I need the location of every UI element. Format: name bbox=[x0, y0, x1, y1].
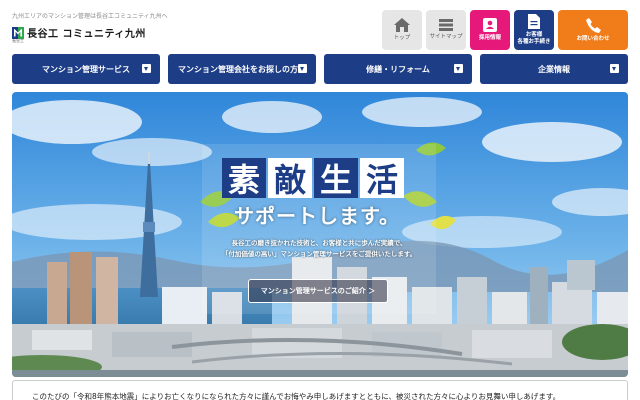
contact-button-label: お問い合わせ bbox=[576, 35, 610, 42]
home-icon bbox=[394, 18, 410, 33]
contact-button[interactable]: お問い合わせ bbox=[558, 10, 628, 50]
hero-banner: 素 敵 生 活 サポートします。 長谷工の磨き抜かれた技術と、お客様と共に歩んだ… bbox=[12, 92, 628, 377]
hero-title: 素 敵 生 活 bbox=[222, 158, 406, 199]
nav-company-info[interactable]: 企業情報 bbox=[480, 54, 628, 84]
title-char: 活 bbox=[360, 158, 404, 199]
company-logo[interactable]: 長谷工 コミュニティ九州 bbox=[12, 25, 146, 40]
hero-subtitle: サポートします。 bbox=[234, 204, 400, 228]
title-char: 敵 bbox=[268, 158, 312, 199]
nav-repair-reform[interactable]: 修繕・リフォーム bbox=[324, 54, 472, 84]
nav-label: 企業情報 bbox=[538, 64, 570, 74]
list-icon bbox=[439, 19, 453, 32]
recruit-button-label: 採用情報 bbox=[478, 35, 501, 42]
hero-description: 長谷工の磨き抜かれた技術と、お客様と共に歩んだ実績で、 「付加価値の高い」マンシ… bbox=[208, 238, 430, 261]
customer-procedures-button[interactable]: お客様 各種お手続き bbox=[514, 10, 554, 50]
chevron-down-icon bbox=[298, 64, 307, 73]
notice-text: このたびの「令和8年熊本地震」によりお亡くなりになられた方々に謹んでお悔やみ申し… bbox=[32, 392, 561, 400]
sitemap-button-label: サイトマップ bbox=[429, 34, 463, 41]
hero-desc-line1: 長谷工の磨き抜かれた技術と、お客様と共に歩んだ実績で、 bbox=[231, 239, 407, 247]
customer-procedures-label: お客様 各種お手続き bbox=[517, 32, 551, 45]
logo-text: 長谷工 コミュニティ九州 bbox=[27, 29, 146, 40]
chevron-down-icon bbox=[142, 64, 151, 73]
nav-label: マンション管理会社をお探しの方 bbox=[178, 64, 298, 74]
logo-sub: 長谷工 bbox=[12, 38, 24, 43]
nav-label: 修繕・リフォーム bbox=[366, 64, 430, 74]
nav-label: マンション管理サービス bbox=[42, 64, 130, 74]
chevron-down-icon bbox=[454, 64, 463, 73]
phone-icon bbox=[585, 17, 601, 33]
header-tagline: 九州エリアのマンション管理は長谷工コミュニティ九州へ bbox=[12, 13, 168, 20]
top-button-label: トップ bbox=[393, 35, 411, 42]
recruit-button[interactable]: 採用情報 bbox=[470, 10, 510, 50]
title-char: 生 bbox=[314, 158, 358, 199]
sitemap-button[interactable]: サイトマップ bbox=[426, 10, 466, 50]
document-icon bbox=[528, 14, 540, 30]
logo-mark-icon bbox=[12, 26, 24, 39]
id-card-icon bbox=[483, 18, 497, 33]
earthquake-notice: このたびの「令和8年熊本地震」によりお亡くなりになられた方々に謹んでお悔やみ申し… bbox=[12, 380, 628, 400]
top-button[interactable]: トップ bbox=[382, 10, 422, 50]
title-char: 素 bbox=[222, 158, 266, 199]
service-intro-button[interactable]: マンション管理サービスのご紹介 ＞ bbox=[248, 279, 388, 303]
nav-management-services[interactable]: マンション管理サービス bbox=[12, 54, 160, 84]
chevron-down-icon bbox=[610, 64, 619, 73]
hero-desc-line2: 「付加価値の高い」マンション管理サービスをご提供いたします。 bbox=[221, 250, 417, 259]
nav-find-management-company[interactable]: マンション管理会社をお探しの方 bbox=[168, 54, 316, 84]
